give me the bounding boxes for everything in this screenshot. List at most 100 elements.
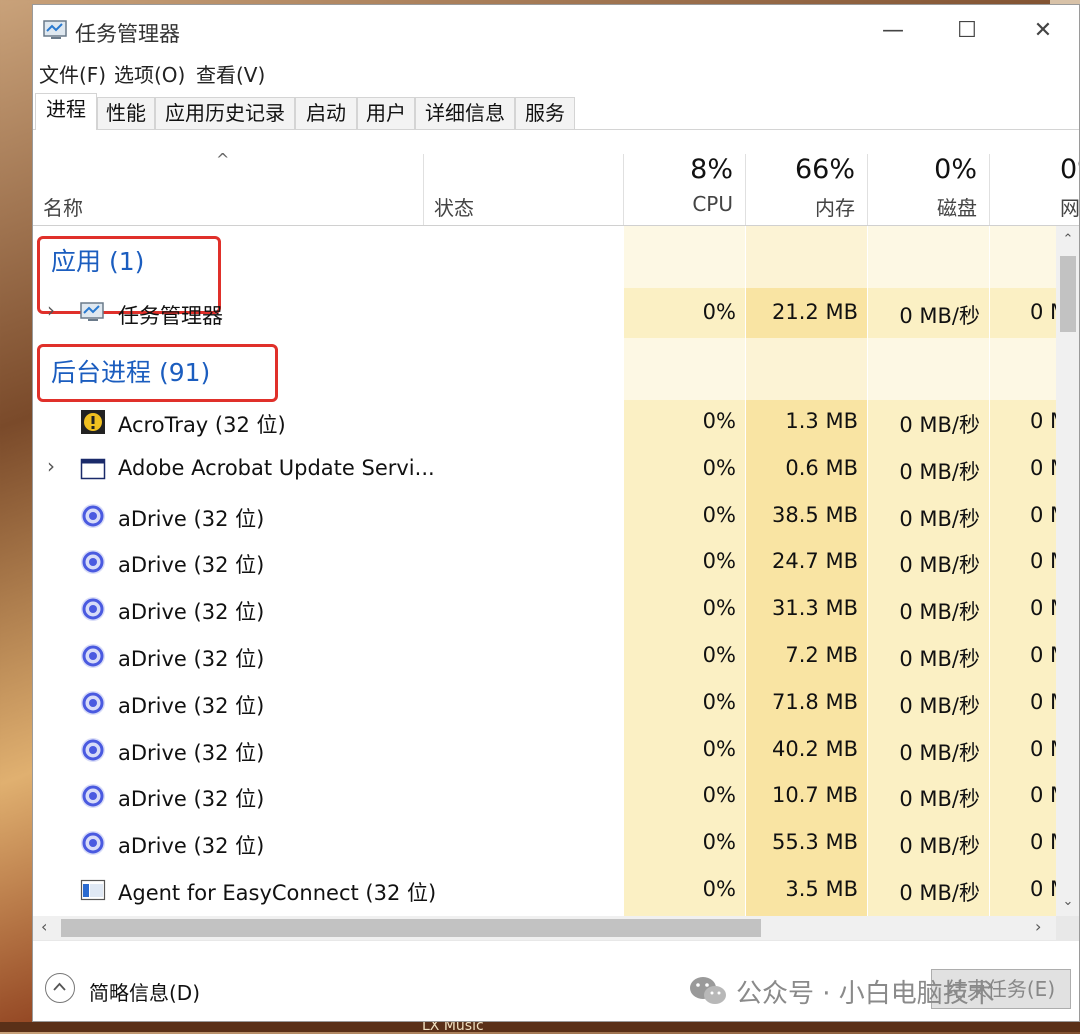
process-name: aDrive (32 位): [118, 647, 265, 671]
service-window-icon: [80, 456, 106, 482]
process-row[interactable]: aDrive (32 位) 0% 7.2 MB 0 MB/秒 0 M: [33, 633, 1056, 680]
scroll-right-icon[interactable]: ›: [1035, 917, 1041, 936]
network-value: 0 M: [1030, 455, 1056, 480]
desktop-background-bottom: [0, 1022, 1080, 1032]
menu-view[interactable]: 查看(V): [196, 59, 265, 88]
column-disk[interactable]: 0% 磁盘: [868, 154, 989, 225]
tab-processes[interactable]: 进程: [35, 93, 97, 130]
adrive-icon: [80, 737, 106, 763]
adrive-icon: [80, 830, 106, 856]
less-details-link[interactable]: 简略信息(D): [89, 977, 200, 1006]
disk-value: 0 MB/秒: [899, 740, 980, 765]
highlight-box-background: [37, 344, 278, 402]
network-value: 0 M: [1030, 596, 1056, 621]
watermark: 公众号 · 小白电脑技术: [688, 971, 995, 1011]
network-value: 0 M: [1030, 643, 1056, 667]
horizontal-scrollbar[interactable]: ‹ ›: [33, 916, 1056, 940]
disk-value: 0 MB/秒: [899, 506, 980, 531]
memory-value: 24.7 MB: [772, 549, 858, 574]
tab-performance[interactable]: 性能: [97, 97, 155, 129]
network-value: 0 M: [1030, 783, 1056, 808]
process-name: Agent for EasyConnect (32 位): [118, 881, 437, 905]
cpu-value: 0%: [702, 736, 736, 761]
process-row[interactable]: aDrive (32 位) 0% 31.3 MB 0 MB/秒 0 M: [33, 586, 1056, 633]
vertical-scroll-thumb[interactable]: [1060, 256, 1076, 332]
network-value: 0 M: [1030, 300, 1056, 324]
network-value: 0 M: [1030, 502, 1056, 527]
memory-value: 1.3 MB: [785, 409, 858, 433]
network-value: 0 M: [1030, 877, 1056, 901]
process-list: 应用 (1) ›任务管理器0%21.2 MB0 MB/秒0 M 后台进程 (91…: [33, 226, 1056, 916]
memory-value: 21.2 MB: [772, 300, 858, 324]
process-row[interactable]: aDrive (32 位) 0% 10.7 MB 0 MB/秒 0 M: [33, 773, 1056, 820]
scroll-down-icon[interactable]: ⌄: [1056, 894, 1079, 909]
process-name: aDrive (32 位): [118, 553, 265, 578]
process-name: 任务管理器: [118, 304, 223, 328]
network-value: 0 M: [1030, 736, 1056, 761]
process-row[interactable]: aDrive (32 位) 0% 55.3 MB 0 MB/秒 0 M: [33, 820, 1056, 867]
process-name: Adobe Acrobat Update Servi...: [118, 455, 435, 480]
network-value: 0 M: [1030, 409, 1056, 433]
process-name: aDrive (32 位): [118, 740, 265, 765]
collapse-chevron-icon[interactable]: [45, 973, 75, 1003]
process-name: aDrive (32 位): [118, 693, 265, 718]
process-row[interactable]: AcroTray (32 位) 0% 1.3 MB 0 MB/秒 0 M: [33, 399, 1056, 446]
tab-services[interactable]: 服务: [515, 97, 575, 129]
cpu-value: 0%: [702, 300, 736, 324]
footer: 简略信息(D) 结束任务(E) 公众号 · 小白电脑技术: [33, 940, 1079, 1021]
vertical-scrollbar[interactable]: ⌃ ⌄: [1056, 226, 1079, 916]
adrive-icon: [80, 783, 106, 809]
process-name: AcroTray (32 位): [118, 413, 286, 437]
minimize-button[interactable]: —: [855, 7, 931, 55]
process-name: aDrive (32 位): [118, 787, 265, 812]
cpu-value: 0%: [702, 502, 736, 527]
cpu-value: 0%: [702, 783, 736, 808]
column-name[interactable]: 名称: [33, 154, 423, 225]
network-value: 0 M: [1030, 549, 1056, 574]
process-row[interactable]: aDrive (32 位) 0% 40.2 MB 0 MB/秒 0 M: [33, 727, 1056, 774]
memory-value: 55.3 MB: [772, 830, 858, 855]
process-name: aDrive (32 位): [118, 600, 265, 625]
disk-value: 0 MB/秒: [899, 553, 980, 578]
tab-app-history[interactable]: 应用历史记录: [155, 97, 295, 129]
expand-chevron-icon[interactable]: ›: [47, 454, 55, 478]
cpu-value: 0%: [702, 877, 736, 901]
menu-file[interactable]: 文件(F): [39, 59, 106, 88]
horizontal-scroll-thumb[interactable]: [61, 919, 761, 937]
close-button[interactable]: ✕: [1005, 7, 1079, 55]
column-memory[interactable]: 66% 内存: [746, 154, 867, 225]
task-manager-icon: [80, 300, 106, 326]
process-row[interactable]: Agent for EasyConnect (32 位) 0% 3.5 MB 0 MB…: [33, 867, 1056, 914]
memory-value: 0.6 MB: [785, 455, 858, 480]
scroll-left-icon[interactable]: ‹: [41, 917, 47, 936]
column-network[interactable]: 0% 网: [990, 154, 1080, 225]
expand-chevron-icon[interactable]: ›: [47, 298, 55, 322]
process-row[interactable]: › 任务管理器 0% 21.2 MB 0 MB/秒 0 M: [33, 290, 1056, 337]
window-title: 任务管理器: [75, 22, 180, 46]
column-cpu[interactable]: 8% CPU: [624, 154, 745, 225]
menu-options[interactable]: 选项(O): [114, 59, 185, 88]
disk-value: 0 MB/秒: [899, 787, 980, 812]
menu-bar: 文件(F) 选项(O) 查看(V): [33, 57, 1079, 89]
disk-value: 0 MB/秒: [899, 693, 980, 718]
cpu-value: 0%: [702, 596, 736, 621]
disk-value: 0 MB/秒: [899, 881, 980, 905]
process-row[interactable]: aDrive (32 位) 0% 38.5 MB 0 MB/秒 0 M: [33, 493, 1056, 540]
network-label: 网: [1060, 196, 1080, 220]
process-name: aDrive (32 位): [118, 834, 265, 859]
process-row[interactable]: aDrive (32 位) 0% 24.7 MB 0 MB/秒 0 M: [33, 539, 1056, 586]
memory-label: 内存: [815, 196, 855, 220]
column-status[interactable]: 状态: [424, 154, 623, 225]
tab-users[interactable]: 用户: [357, 97, 415, 129]
process-row[interactable]: aDrive (32 位) 0% 71.8 MB 0 MB/秒 0 M: [33, 680, 1056, 727]
scroll-up-icon[interactable]: ⌃: [1056, 232, 1079, 247]
memory-value: 40.2 MB: [772, 736, 858, 761]
adrive-icon: [80, 549, 106, 575]
tab-startup[interactable]: 启动: [295, 97, 357, 129]
network-value: 0 M: [1030, 689, 1056, 714]
tab-details[interactable]: 详细信息: [415, 97, 515, 129]
maximize-button[interactable]: ☐: [929, 7, 1005, 55]
process-row[interactable]: › Adobe Acrobat Update Servi... 0% 0.6 MB 0 …: [33, 446, 1056, 493]
easyconnect-icon: [80, 877, 106, 903]
memory-value: 10.7 MB: [772, 783, 858, 808]
